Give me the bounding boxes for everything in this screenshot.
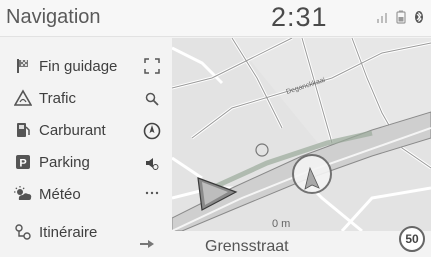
menu-item-weather[interactable]: Météo — [0, 180, 135, 208]
header-bar: Navigation 2:31 — [0, 0, 431, 37]
flag-icon — [12, 55, 34, 77]
map-view[interactable]: Deganckkaai — [172, 38, 431, 231]
menu-item-label: Carburant — [39, 121, 106, 139]
current-street: Grensstraat — [205, 238, 289, 255]
page-title: Navigation — [6, 6, 101, 28]
menu-item-traffic[interactable]: Trafic — [0, 84, 135, 112]
svg-text:P: P — [19, 158, 26, 170]
signal-icon — [376, 10, 390, 29]
menu-item-label: Fin guidage — [39, 57, 118, 75]
menu-item-label: Parking — [39, 153, 90, 171]
menu-item-label: Météo — [39, 185, 81, 203]
menu-item-end-guidance[interactable]: Fin guidage — [0, 52, 135, 80]
warning-icon — [12, 87, 34, 109]
fullscreen-icon[interactable] — [138, 53, 166, 79]
volume-icon[interactable] — [138, 150, 166, 176]
search-icon[interactable] — [138, 86, 166, 112]
speed-limit-sign: 50 — [399, 226, 425, 252]
next-turn-arrow-icon — [139, 236, 155, 254]
navigation-screen: Navigation 2:31 Fin guidage Trafic Carbu… — [0, 0, 431, 257]
battery-icon — [396, 10, 406, 29]
parking-icon: P — [12, 151, 34, 173]
more-icon[interactable] — [138, 180, 166, 206]
bluetooth-icon — [414, 10, 424, 29]
clock: 2:31 — [271, 2, 328, 32]
menu-item-fuel[interactable]: Carburant — [0, 116, 135, 144]
fuel-icon — [12, 119, 34, 141]
menu-item-label: Trafic — [39, 89, 76, 107]
weather-icon — [12, 183, 34, 205]
compass-icon[interactable] — [138, 118, 166, 144]
distance-label: 0 m — [272, 218, 291, 230]
menu-item-parking[interactable]: P Parking — [0, 148, 135, 176]
